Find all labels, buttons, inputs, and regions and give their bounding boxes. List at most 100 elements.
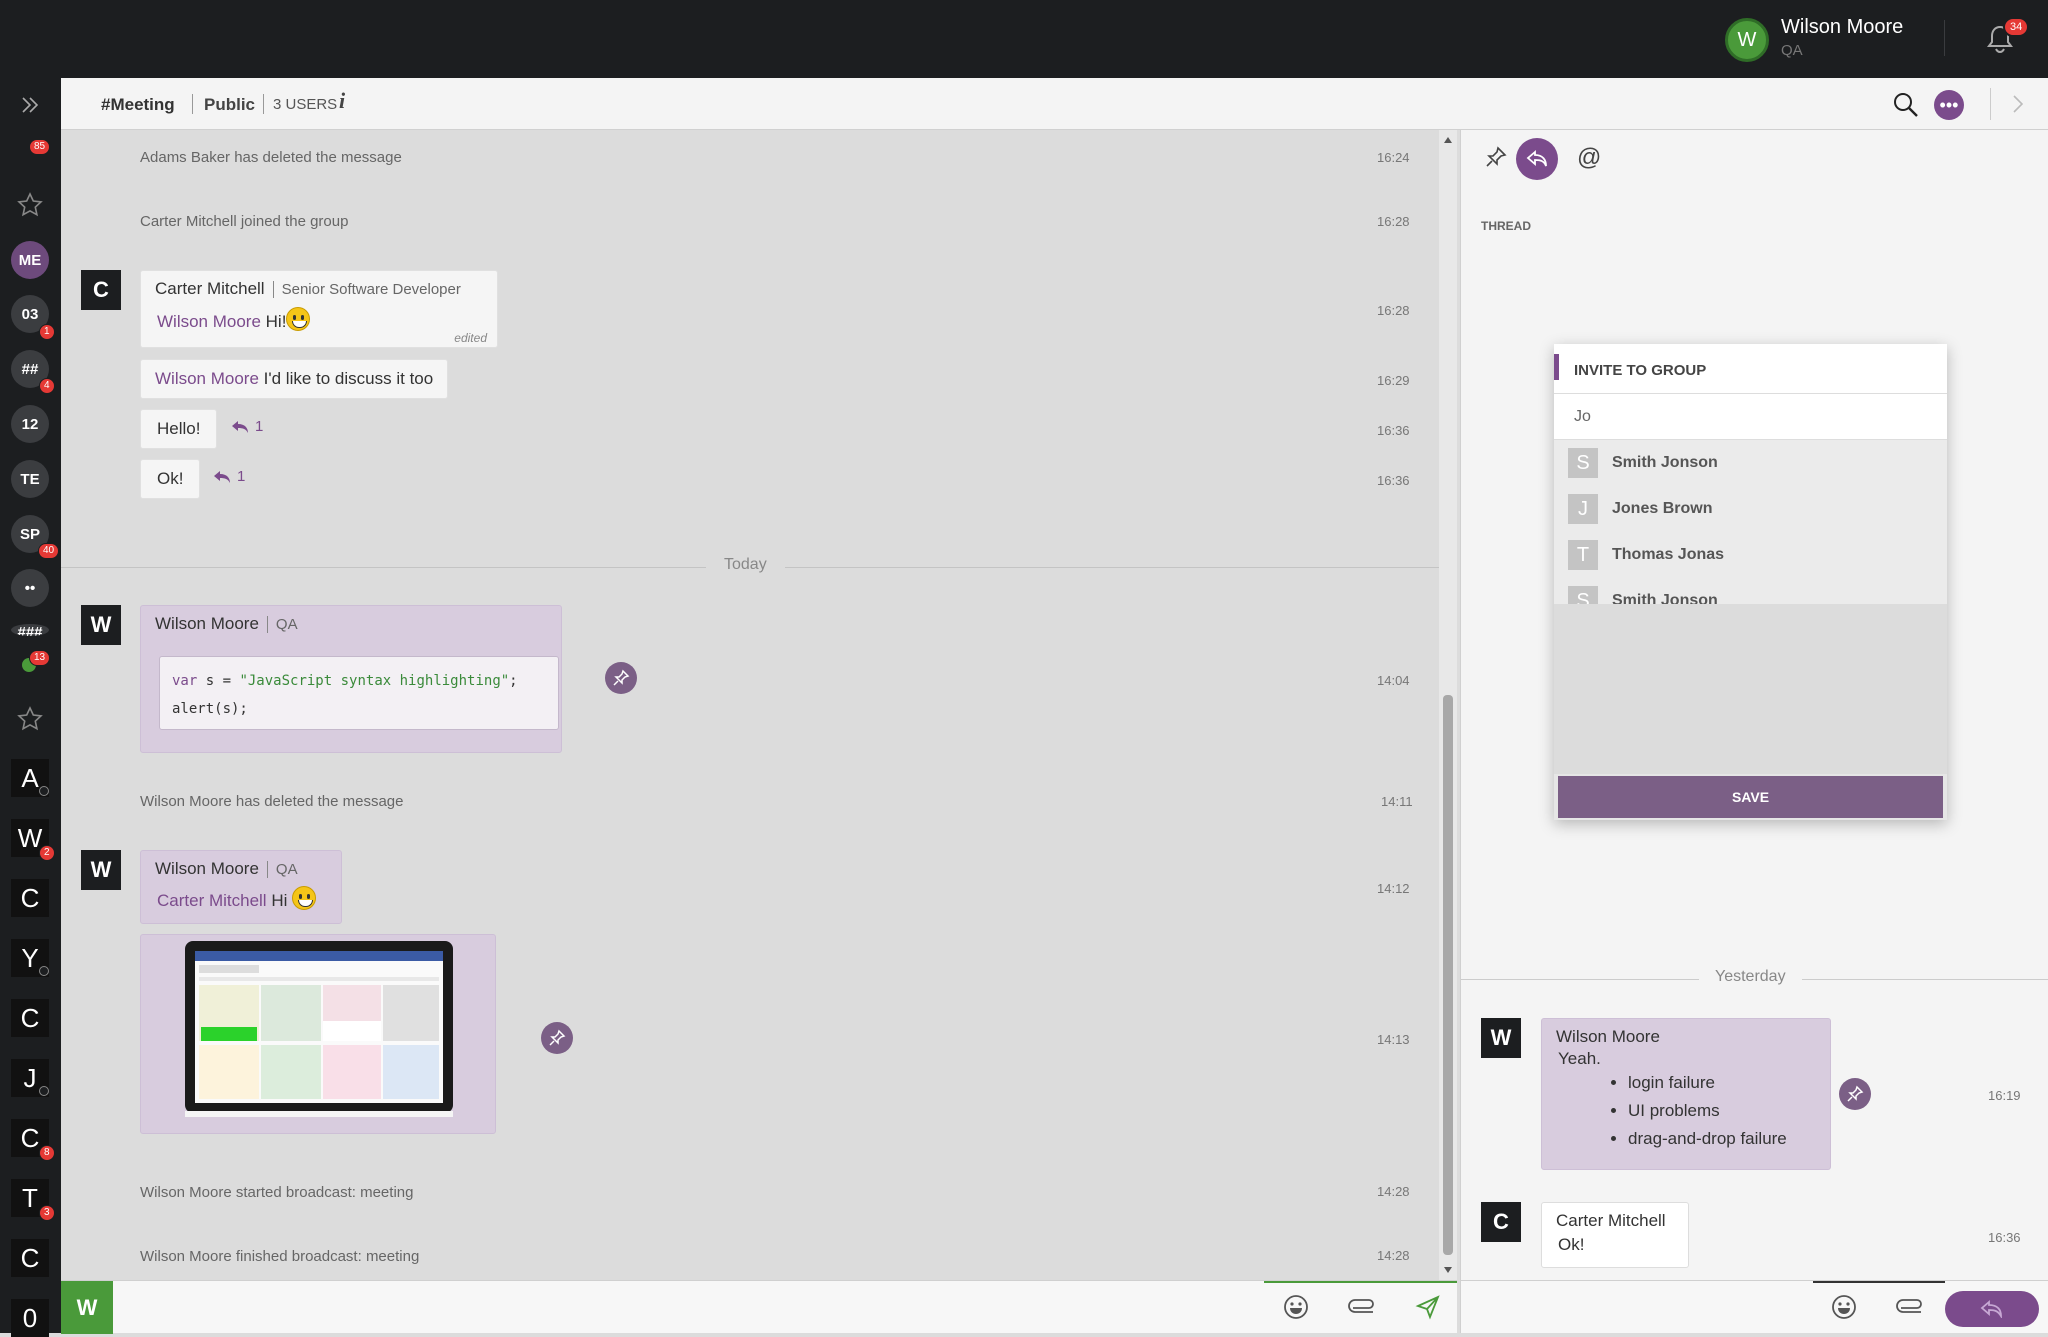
bullet-list: login failure UI problems drag-and-drop … [1628,1069,1816,1153]
thread-message-bubble[interactable]: Carter Mitchell Ok! [1541,1202,1689,1268]
emoji-icon[interactable] [1831,1294,1857,1320]
send-reply-button[interactable] [1945,1291,2039,1327]
message-text: Hello! [157,419,201,438]
scrollbar-thumb[interactable] [1443,695,1453,1255]
sidebar-item-dots[interactable]: •• [11,569,49,607]
avatar[interactable]: W [81,605,121,645]
save-button[interactable]: SAVE [1558,776,1943,818]
mentions-tab-at-icon[interactable]: @ [1577,144,1601,172]
contact-badge: 2 [39,845,55,861]
sidebar-item-badge: 4 [39,378,55,394]
message-bubble[interactable]: Carter Mitchell Senior Software Developer… [140,270,498,348]
code-keyword: var [172,673,198,689]
expand-sidebar-icon[interactable] [20,96,40,114]
list-item[interactable]: S Smith Jonson [1554,440,1947,486]
pinned-tab-pin-icon[interactable] [1485,146,1507,168]
avatar[interactable]: W [1481,1018,1521,1058]
sidebar-item-12[interactable]: 12 [11,405,49,443]
channel-info-icon[interactable]: i [339,88,345,114]
list-item: drag-and-drop failure [1628,1125,1816,1153]
pin-icon[interactable] [605,662,637,694]
message-time: 14:28 [1377,1184,1410,1199]
message-author[interactable]: Wilson Moore [155,859,259,878]
search-icon[interactable] [1893,92,1919,118]
favorites-star-icon[interactable] [17,192,43,218]
list-item[interactable]: T Thomas Jonas [1554,532,1947,578]
dialog-body [1554,604,1947,774]
user-name[interactable]: Wilson Moore [1781,16,1903,39]
scroll-down-icon[interactable] [1443,1266,1453,1274]
channel-users-count[interactable]: 3 USERS [273,96,337,113]
message-bubble[interactable]: Wilson Moore QA var s = "JavaScript synta… [140,605,562,753]
avatar: T [1568,540,1598,570]
contact-c[interactable]: C [11,1239,49,1277]
emoji-icon[interactable] [1283,1294,1309,1320]
list-item[interactable]: J Jones Brown [1554,486,1947,532]
topbar-divider [1944,20,1945,56]
avatar[interactable]: C [81,270,121,310]
thread-message-input[interactable] [1471,1287,1811,1329]
pin-icon[interactable] [541,1022,573,1054]
channel-type: Public [204,95,256,114]
invite-suggestions-list: S Smith Jonson J Jones Brown T Thomas Jonas… [1554,440,1947,604]
message-scrollbar[interactable] [1439,130,1457,1280]
message-input[interactable] [121,1287,1301,1329]
header-separator [263,94,264,114]
collapse-panel-icon[interactable] [2011,94,2025,114]
message-bubble[interactable]: Wilson Moore QA Carter Mitchell Hi [140,850,342,924]
attachment-icon[interactable] [1347,1294,1377,1320]
system-message: Wilson Moore finished broadcast: meeting [140,1248,420,1265]
message-author[interactable]: Wilson Moore [155,614,259,633]
reply-count: 1 [237,468,246,485]
dialog-header: INVITE TO GROUP [1554,344,1947,394]
send-icon[interactable] [1415,1294,1441,1320]
thread-message-bubble[interactable]: Wilson Moore Yeah. login failure UI prob… [1541,1018,1831,1170]
reply-count: 1 [255,418,264,435]
more-options-icon[interactable]: ••• [1934,90,1964,120]
edited-label: edited [454,331,487,345]
pin-icon[interactable] [1839,1078,1871,1110]
system-message: Wilson Moore has deleted the message [140,793,404,810]
reply-icon [214,470,230,483]
message-time: 16:36 [1988,1230,2021,1245]
message-time: 16:29 [1377,373,1410,388]
invite-search-input[interactable] [1554,394,1947,440]
header-divider [1990,88,1991,120]
thread-replies-link[interactable]: 1 [231,418,263,435]
message-bubble[interactable]: Ok! [140,459,201,499]
thread-replies-link[interactable]: 1 [213,468,245,485]
avatar[interactable]: W [81,850,121,890]
contact-badge: 3 [39,1205,55,1221]
avatar: J [1568,494,1598,524]
message-text: Ok! [157,469,184,488]
message-author[interactable]: Carter Mitchell [1556,1211,1674,1231]
sidebar-item-more[interactable]: ### [11,624,49,636]
contact-c[interactable]: C [11,879,49,917]
message-text: Yeah. [1558,1049,1601,1068]
image-attachment[interactable] [140,934,496,1134]
scroll-up-icon[interactable] [1443,136,1453,144]
thread-tab-reply-icon[interactable] [1516,138,1558,180]
contact-c[interactable]: C [11,999,49,1037]
message-bubble[interactable]: Wilson Moore I'd like to discuss it too [140,359,449,399]
avatar[interactable]: C [1481,1202,1521,1242]
code-line: alert(s); [172,701,248,717]
attachment-icon[interactable] [1895,1294,1925,1320]
message-bubble[interactable]: Hello! [140,409,218,449]
dialog-title: INVITE TO GROUP [1574,362,1707,379]
sidebar-item-te[interactable]: TE [11,460,49,498]
contact-0[interactable]: 0 [11,1299,49,1337]
message-author[interactable]: Carter Mitchell [155,279,265,298]
user-mention[interactable]: Wilson Moore [157,312,261,331]
sidebar-item-badge: 1 [39,324,55,340]
message-author[interactable]: Wilson Moore [1556,1027,1816,1047]
channel-header: #Meeting Public 3 USERS i ••• [61,78,2048,130]
user-mention[interactable]: Carter Mitchell [157,891,267,910]
favorite-contacts-star-icon[interactable] [17,706,43,732]
code-string: "JavaScript syntax highlighting" [239,673,510,689]
offline-status-dot [39,1086,49,1096]
sidebar-item-me[interactable]: ME [11,241,49,279]
user-mention[interactable]: Wilson Moore [155,369,259,388]
user-avatar[interactable]: W [1725,18,1769,62]
list-item[interactable]: S Smith Jonson [1554,578,1947,604]
